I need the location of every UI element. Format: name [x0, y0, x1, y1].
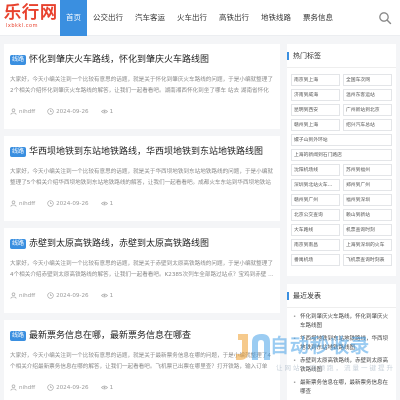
- post-meta: nihdff 2024-09-26 1: [10, 292, 113, 299]
- post-card: 线路 赤壁到太原高铁路线，赤壁到太原高铁路线图 大家好，今天小编关注到一个比较有…: [4, 228, 280, 313]
- nav-item-high-speed-rail[interactable]: 高铁出行: [213, 0, 255, 36]
- hot-tag[interactable]: 上海的新闻到石门路店: [291, 149, 392, 161]
- post-meta: nihdff 2024-09-26 1: [10, 108, 113, 115]
- post-views: 1: [109, 108, 114, 115]
- post-meta: nihdff 2024-09-26 1: [10, 384, 113, 391]
- hot-tag[interactable]: 南京到南昌: [291, 239, 340, 251]
- post-author[interactable]: nihdff: [19, 109, 35, 115]
- eye-icon: [100, 385, 108, 390]
- post-excerpt: 大家好，今天小编关注到一个比较有意思的话题，就是关于怀化到肇庆火车路线的问题，于…: [10, 77, 273, 94]
- post-meta: nihdff 2024-09-26 1: [10, 200, 113, 207]
- post-date: 2024-09-26: [56, 384, 89, 391]
- hot-tag[interactable]: 机票查询时刻: [343, 224, 392, 236]
- recent-posts-list: 怀化到肇庆火车路线，怀化到肇庆火车路线图 华西坝地铁到东站地铁路线，华西坝地铁到…: [287, 308, 396, 400]
- nav-item-tickets[interactable]: 票务信息: [297, 0, 339, 36]
- post-author[interactable]: nihdff: [19, 385, 35, 391]
- main-nav: 首页 公交出行 汽车客运 火车出行 高铁出行 地铁线路 票务信息: [60, 0, 339, 36]
- post-excerpt: 大家好，今天小编关注到一个比较有意思的话题，就是关于最新票务信息在哪的问题，于是…: [10, 353, 271, 370]
- site-logo[interactable]: 乐行网 lxbkkl.com: [4, 3, 58, 33]
- eye-icon: [100, 201, 108, 206]
- nav-item-bus[interactable]: 公交出行: [87, 0, 129, 36]
- hot-tags-panel: 热门标签 南京到上海 全国车次网 济南到威海 温州东客运站 昆明到西安 广州新站…: [287, 44, 396, 276]
- hot-tags-title: 热门标签: [287, 44, 396, 68]
- hot-tag[interactable]: 南京到上海: [291, 74, 340, 86]
- recent-posts-panel: 最近发表 怀化到肇庆火车路线，怀化到肇庆火车路线图 华西坝地铁到东站地铁路线，华…: [287, 284, 396, 400]
- post-excerpt: 大家好，今天小编关注到一个比较有意思的话题，就是关于赤壁到太原高铁路线的问题，于…: [10, 261, 274, 278]
- user-icon: [10, 108, 17, 115]
- hot-tag[interactable]: 苏州到福州: [343, 164, 392, 176]
- hot-tag[interactable]: 嫘子山到外环站: [291, 134, 392, 146]
- logo-subtext: lxbkkl.com: [6, 23, 38, 29]
- post-date: 2024-09-26: [56, 292, 89, 299]
- post-card: 线路 华西坝地铁到东站地铁路线，华西坝地铁到东站地铁路线图 大家好，今天小编关注…: [4, 136, 280, 221]
- post-excerpt: 大家好，今天小编关注到一个比较有意思的话题，就是关于华西坝地铁到东站地铁路线的问…: [10, 169, 273, 186]
- hot-tag[interactable]: 深圳到北站火车路线: [291, 179, 340, 191]
- recent-post-link[interactable]: 赤壁到太原高铁路线，赤壁到太原高铁路线图: [293, 357, 390, 375]
- post-date: 2024-09-26: [56, 108, 89, 115]
- hot-tag[interactable]: 赣州到广州: [291, 194, 340, 206]
- recent-post-link[interactable]: 华西坝地铁到东站地铁路线，华西坝地铁到东站地铁路线图: [293, 335, 390, 353]
- hot-tag[interactable]: 大车路线: [291, 224, 340, 236]
- post-views: 1: [109, 200, 114, 207]
- hot-tag[interactable]: 郑州到广州: [343, 179, 392, 191]
- post-title[interactable]: 怀化到肇庆火车路线，怀化到肇庆火车路线图: [29, 54, 209, 66]
- post-views: 1: [109, 384, 114, 391]
- post-date: 2024-09-26: [56, 200, 89, 207]
- eye-icon: [100, 293, 108, 298]
- hot-tag[interactable]: 赖山到新站: [343, 209, 392, 221]
- post-title[interactable]: 赤壁到太原高铁路线，赤壁到太原高铁路线图: [29, 238, 209, 250]
- hot-tag[interactable]: 全国车次网: [343, 74, 392, 86]
- recent-posts-title: 最近发表: [287, 284, 396, 308]
- hot-tag[interactable]: 济南到威海: [291, 89, 340, 101]
- hot-tag[interactable]: 赣州到上海: [291, 119, 340, 131]
- hot-tag[interactable]: 绍兴汽车总站: [343, 119, 392, 131]
- post-tag[interactable]: 线路: [10, 55, 27, 65]
- hot-tag[interactable]: 温州东客运站: [343, 89, 392, 101]
- post-card: 线路 怀化到肇庆火车路线，怀化到肇庆火车路线图 大家好，今天小编关注到一个比较有…: [4, 44, 280, 129]
- hot-tags-list: 南京到上海 全国车次网 济南到威海 温州东客运站 昆明到西安 广州新站到北京 赣…: [287, 68, 396, 275]
- clock-icon: [47, 200, 54, 207]
- post-tag[interactable]: 线路: [10, 331, 27, 341]
- clock-icon: [47, 384, 54, 391]
- hot-tag[interactable]: 飞机票查询时刻表: [343, 254, 392, 266]
- hot-tag[interactable]: 上海到深圳的火车: [343, 239, 392, 251]
- site-header: 乐行网 lxbkkl.com 首页 公交出行 汽车客运 火车出行 高铁出行 地铁…: [0, 0, 400, 36]
- recent-post-link[interactable]: 最新票务信息在哪，最新票务信息在哪查: [293, 379, 390, 397]
- hot-tag[interactable]: 福州到深圳: [343, 194, 392, 206]
- post-title-row[interactable]: 线路 赤壁到太原高铁路线，赤壁到太原高铁路线图: [10, 238, 276, 250]
- recent-post-link[interactable]: 怀化到肇庆火车路线，怀化到肇庆火车路线图: [293, 313, 390, 331]
- logo-text: 乐行网: [4, 3, 58, 23]
- post-title-row[interactable]: 线路 怀化到肇庆火车路线，怀化到肇庆火车路线图: [10, 54, 276, 66]
- hot-tag[interactable]: 番禺机场: [291, 254, 340, 266]
- nav-item-train[interactable]: 火车出行: [171, 0, 213, 36]
- nav-item-coach[interactable]: 汽车客运: [129, 0, 171, 36]
- user-icon: [10, 384, 17, 391]
- post-tag[interactable]: 线路: [10, 147, 27, 157]
- post-title-row[interactable]: 线路 最新票务信息在哪，最新票务信息在哪查: [10, 330, 276, 342]
- nav-item-home[interactable]: 首页: [60, 0, 87, 36]
- hot-tag[interactable]: 沈阳机场线: [291, 164, 340, 176]
- post-views: 1: [109, 292, 114, 299]
- post-title[interactable]: 最新票务信息在哪，最新票务信息在哪查: [29, 330, 191, 342]
- hot-tag[interactable]: 广州新站到北京: [343, 104, 392, 116]
- search-icon[interactable]: [378, 11, 392, 25]
- hot-tag[interactable]: 北京公交查询: [291, 209, 340, 221]
- post-title[interactable]: 华西坝地铁到东站地铁路线，华西坝地铁到东站地铁路线图: [29, 146, 263, 158]
- post-tag[interactable]: 线路: [10, 239, 27, 249]
- post-author[interactable]: nihdff: [19, 201, 35, 207]
- nav-item-metro[interactable]: 地铁线路: [255, 0, 297, 36]
- user-icon: [10, 200, 17, 207]
- post-author[interactable]: nihdff: [19, 293, 35, 299]
- post-card: 线路 最新票务信息在哪，最新票务信息在哪查 大家好，今天小编关注到一个比较有意思…: [4, 320, 280, 400]
- clock-icon: [47, 108, 54, 115]
- eye-icon: [100, 109, 108, 114]
- clock-icon: [47, 292, 54, 299]
- hot-tag[interactable]: 昆明到西安: [291, 104, 340, 116]
- user-icon: [10, 292, 17, 299]
- post-title-row[interactable]: 线路 华西坝地铁到东站地铁路线，华西坝地铁到东站地铁路线图: [10, 146, 276, 158]
